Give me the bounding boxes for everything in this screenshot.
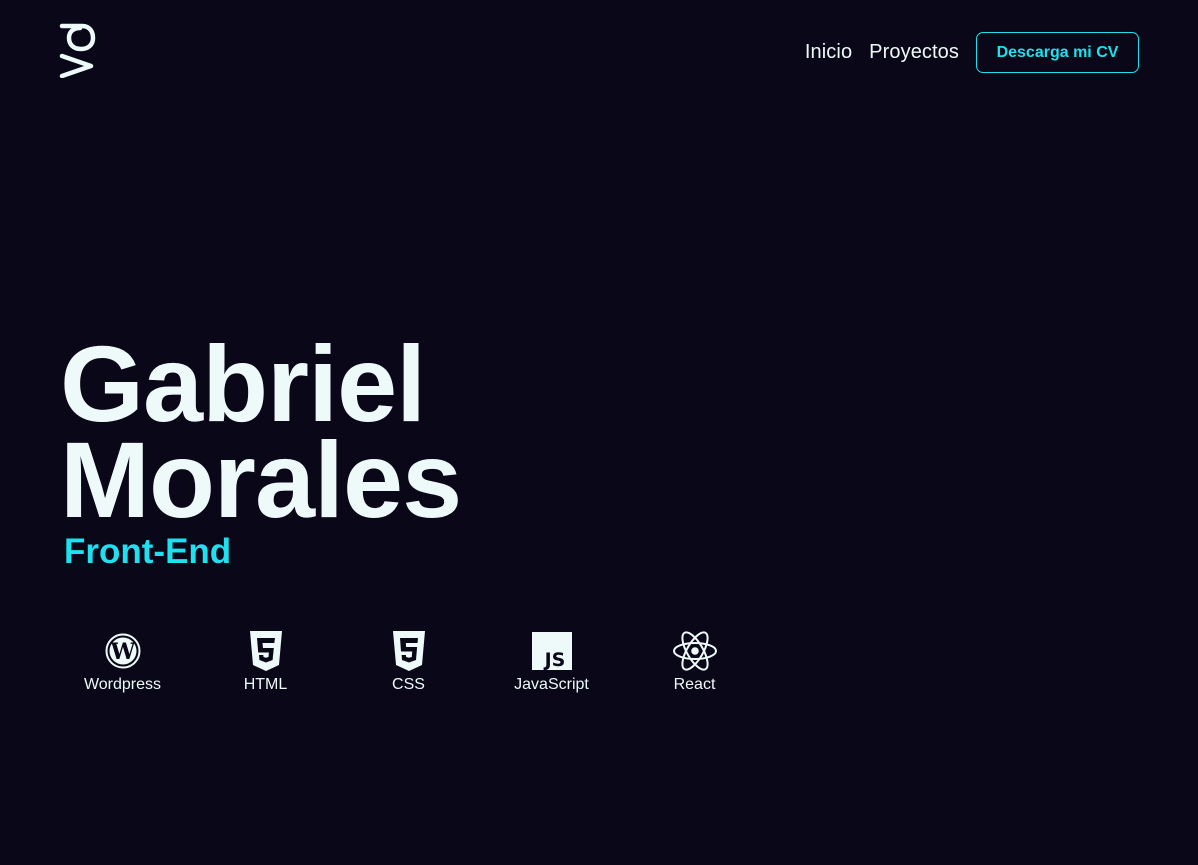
hero-last-name: Morales — [60, 419, 462, 540]
wordpress-icon: W — [100, 630, 146, 672]
skill-label: HTML — [243, 676, 288, 693]
skills-list: W Wordpress HTML CSS JS JavaScript React — [51, 630, 766, 694]
react-icon — [672, 630, 718, 672]
main-nav: Inicio Proyectos Descarga mi CV — [805, 32, 1139, 73]
skill-html: HTML — [194, 630, 337, 694]
svg-text:JS: JS — [542, 649, 565, 670]
hero-first-name: Gabriel — [60, 323, 426, 444]
download-cv-button[interactable]: Descarga mi CV — [976, 32, 1139, 73]
css3-icon — [386, 630, 432, 672]
skill-label: Wordpress — [83, 676, 162, 693]
html5-icon — [243, 630, 289, 672]
javascript-icon: JS — [529, 630, 575, 672]
skill-label: CSS — [392, 676, 425, 693]
nav-proyectos-link[interactable]: Proyectos — [869, 41, 959, 64]
logo[interactable] — [58, 22, 96, 79]
hero: Gabriel Morales Front-End — [60, 323, 462, 572]
skill-react: React — [623, 630, 766, 694]
va-logo-icon — [59, 23, 96, 79]
skill-label: React — [673, 676, 716, 693]
skill-javascript: JS JavaScript — [480, 630, 623, 694]
skill-label: JavaScript — [514, 676, 589, 693]
skill-wordpress: W Wordpress — [51, 630, 194, 694]
nav-inicio-link[interactable]: Inicio — [805, 41, 852, 64]
svg-text:W: W — [109, 639, 135, 665]
skill-css: CSS — [337, 630, 480, 694]
hero-name: Gabriel Morales — [60, 323, 462, 540]
